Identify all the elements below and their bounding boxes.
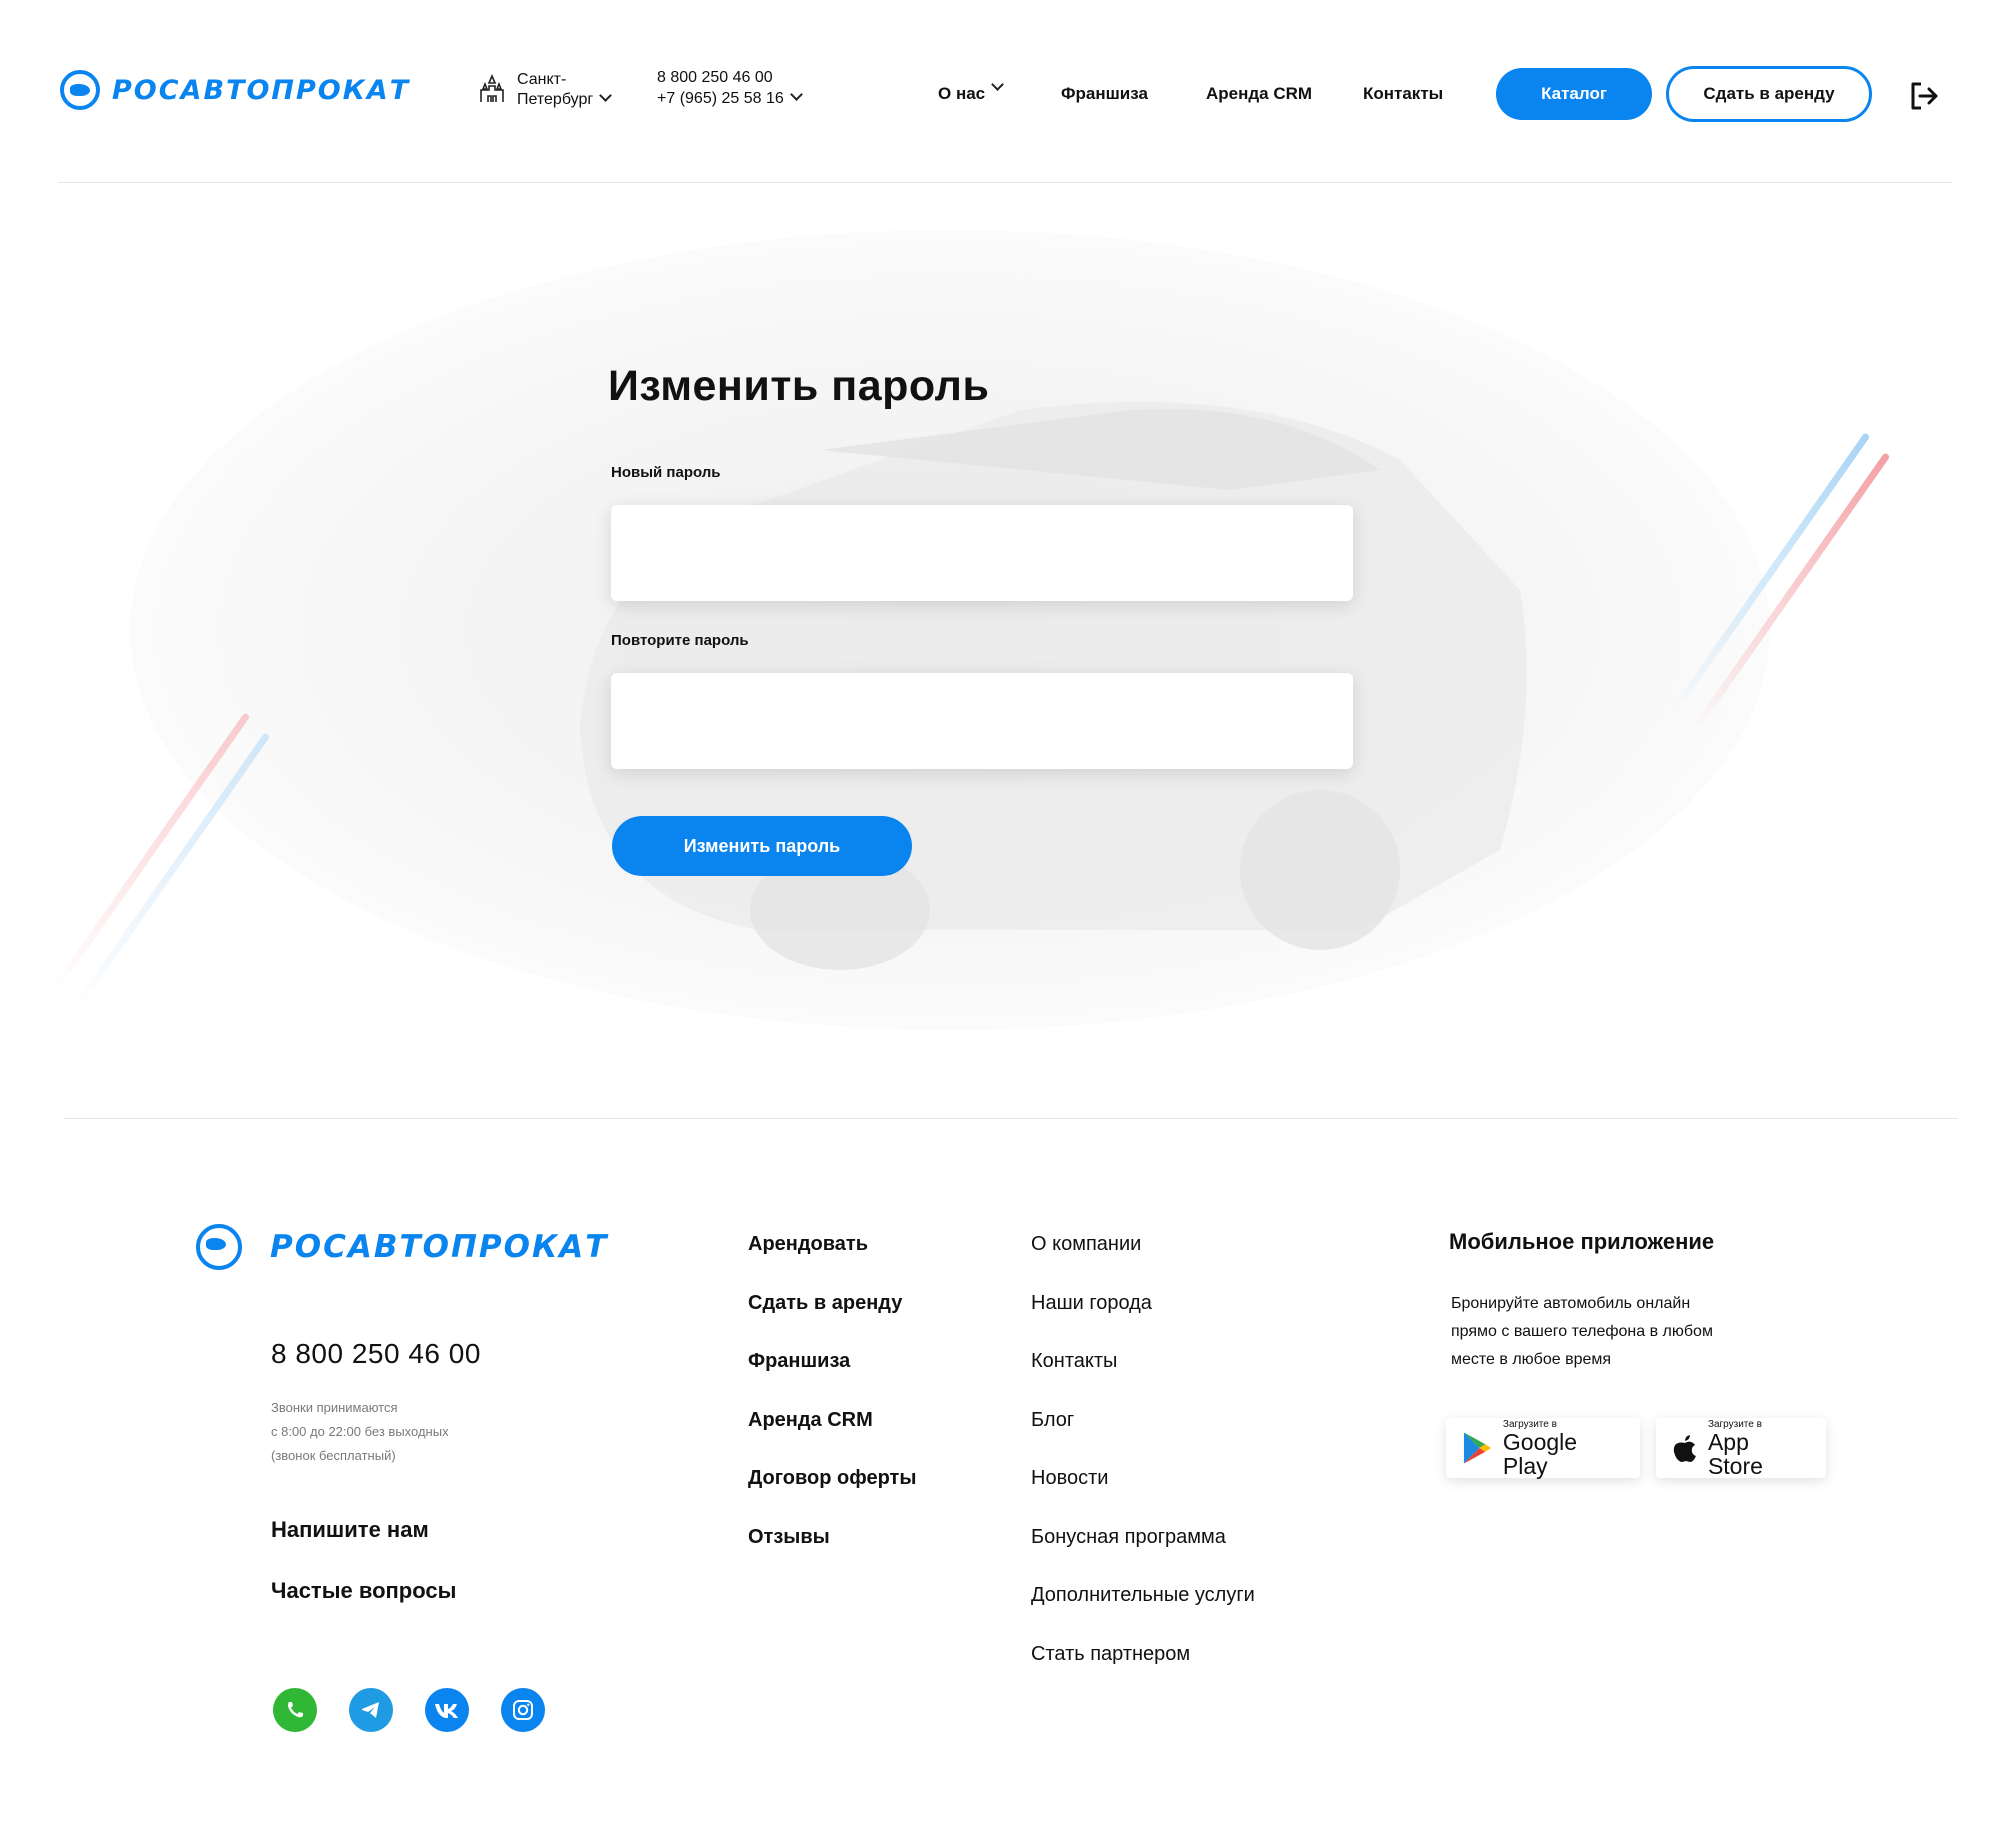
repeat-password-label: Повторите пароль xyxy=(611,632,749,649)
footer-link-reviews[interactable]: Отзывы xyxy=(748,1525,916,1584)
nav-item-crm[interactable]: Аренда CRM xyxy=(1206,84,1312,104)
page-title: Изменить пароль xyxy=(608,362,990,410)
footer-link-crm[interactable]: Аренда CRM xyxy=(748,1408,916,1467)
new-password-label: Новый пароль xyxy=(611,464,721,481)
footer-link-offer[interactable]: Договор оферты xyxy=(748,1466,916,1525)
footer-link-rent-out[interactable]: Сдать в аренду xyxy=(748,1291,916,1350)
google-play-button[interactable]: Загрузите в Google Play xyxy=(1446,1418,1640,1478)
rent-out-button[interactable]: Сдать в аренду xyxy=(1666,66,1872,122)
kremlin-icon xyxy=(480,74,504,102)
nav-item-contacts[interactable]: Контакты xyxy=(1363,84,1443,104)
header-logo[interactable]: РОСАВТОПРОКАТ xyxy=(60,70,410,110)
footer-link-partner[interactable]: Стать партнером xyxy=(1031,1642,1255,1701)
logo-text: РОСАВТОПРОКАТ xyxy=(112,74,411,106)
apple-icon xyxy=(1673,1435,1696,1462)
city-line2: Петербург xyxy=(517,91,594,108)
site-header: РОСАВТОПРОКАТ Санкт- Петербург 8 800 250… xyxy=(0,0,2000,183)
phone-secondary[interactable]: +7 (965) 25 58 16 xyxy=(657,90,784,107)
footer-link-rent[interactable]: Арендовать xyxy=(748,1232,916,1291)
phone-primary[interactable]: 8 800 250 46 00 xyxy=(657,67,801,88)
footer-column-services: Арендовать Сдать в аренду Франшиза Аренд… xyxy=(748,1232,916,1583)
header-phones[interactable]: 8 800 250 46 00 +7 (965) 25 58 16 xyxy=(657,67,803,109)
vk-icon[interactable] xyxy=(425,1688,469,1732)
footer-link-contacts[interactable]: Контакты xyxy=(1031,1349,1255,1408)
logout-icon[interactable] xyxy=(1908,80,1940,112)
instagram-icon[interactable] xyxy=(501,1688,545,1732)
footer-phone[interactable]: 8 800 250 46 00 xyxy=(271,1338,481,1370)
google-play-icon xyxy=(1463,1432,1491,1464)
nav-item-franchise[interactable]: Франшиза xyxy=(1061,84,1148,104)
footer-divider xyxy=(64,1118,1958,1119)
russia-globe-icon xyxy=(60,70,100,110)
repeat-password-input[interactable] xyxy=(611,673,1353,769)
new-password-input[interactable] xyxy=(611,505,1353,601)
footer-link-about[interactable]: О компании xyxy=(1031,1232,1255,1291)
telegram-icon[interactable] xyxy=(349,1688,393,1732)
chevron-down-icon xyxy=(789,88,803,101)
footer-link-extra-services[interactable]: Дополнительные услуги xyxy=(1031,1583,1255,1642)
car-background-image xyxy=(130,230,1770,1030)
russia-globe-icon xyxy=(196,1224,242,1270)
mobile-app-description: Бронируйте автомобиль онлайн прямо с ваш… xyxy=(1451,1295,1713,1368)
change-password-button[interactable]: Изменить пароль xyxy=(612,816,912,876)
footer-link-news[interactable]: Новости xyxy=(1031,1466,1255,1525)
footer-link-franchise[interactable]: Франшиза xyxy=(748,1349,916,1408)
footer-link-cities[interactable]: Наши города xyxy=(1031,1291,1255,1350)
footer-column-company: О компании Наши города Контакты Блог Нов… xyxy=(1031,1232,1255,1700)
chevron-down-icon xyxy=(599,89,613,102)
faq-link[interactable]: Частые вопросы xyxy=(271,1578,456,1604)
write-us-link[interactable]: Напишите нам xyxy=(271,1517,429,1543)
catalog-button[interactable]: Каталог xyxy=(1496,68,1652,120)
footer-logo[interactable]: РОСАВТОПРОКАТ xyxy=(196,1224,608,1270)
footer-link-bonus[interactable]: Бонусная программа xyxy=(1031,1525,1255,1584)
logo-text: РОСАВТОПРОКАТ xyxy=(270,1229,609,1265)
nav-item-about[interactable]: О нас xyxy=(938,78,1004,104)
call-hours-note: Звонки принимаются с 8:00 до 22:00 без в… xyxy=(271,1400,449,1463)
chevron-down-icon xyxy=(991,78,1004,91)
app-store-button[interactable]: Загрузите в App Store xyxy=(1656,1418,1826,1478)
header-divider xyxy=(58,182,1952,183)
city-line1: Санкт- xyxy=(517,71,567,88)
mobile-app-title: Мобильное приложение xyxy=(1449,1229,1715,1254)
social-links xyxy=(273,1688,545,1732)
whatsapp-icon[interactable] xyxy=(273,1688,317,1732)
footer-link-blog[interactable]: Блог xyxy=(1031,1408,1255,1467)
city-selector[interactable]: Санкт- Петербург xyxy=(477,70,613,110)
